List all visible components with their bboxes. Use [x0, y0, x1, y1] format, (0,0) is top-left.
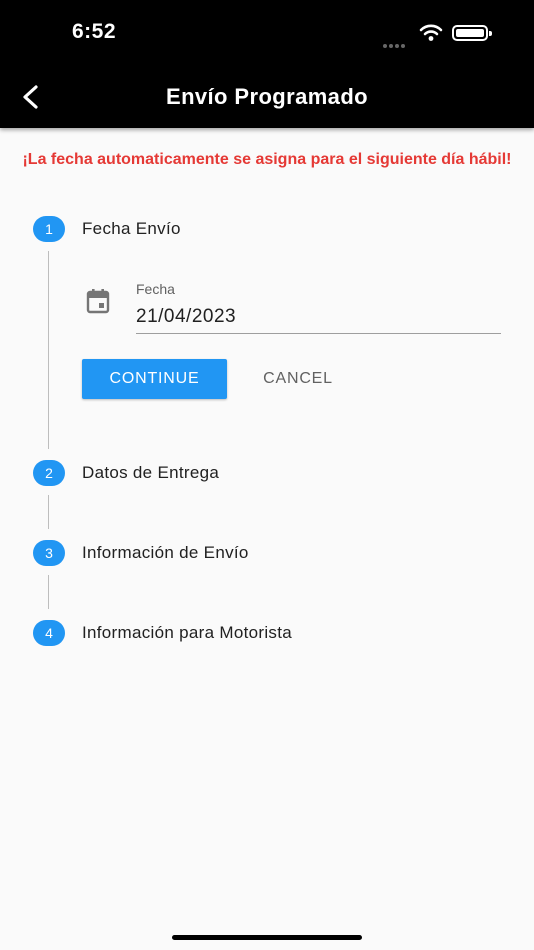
step-4-number[interactable]: 4 [33, 620, 65, 646]
step-1-title[interactable]: Fecha Envío [82, 219, 181, 239]
home-indicator[interactable] [172, 935, 362, 940]
calendar-icon [86, 289, 110, 314]
step-connector [48, 495, 49, 529]
status-time: 6:52 [72, 20, 117, 43]
step-1-number[interactable]: 1 [33, 216, 65, 242]
step-2-number[interactable]: 2 [33, 460, 65, 486]
page-title: Envío Programado [166, 84, 368, 109]
step-connector [48, 251, 49, 449]
app-bar: Envío Programado [0, 64, 534, 128]
status-bar: 6:52 [0, 0, 534, 64]
step-2-title[interactable]: Datos de Entrega [82, 463, 219, 483]
warning-message: ¡La fecha automaticamente se asigna para… [22, 151, 512, 168]
battery-icon [452, 25, 492, 41]
cancel-button[interactable]: CANCEL [247, 359, 349, 399]
date-field-label: Fecha [136, 281, 175, 297]
step-4-title[interactable]: Información para Motorista [82, 623, 292, 643]
step-3-number[interactable]: 3 [33, 540, 65, 566]
cellular-signal-icon [383, 35, 407, 53]
step-connector [48, 575, 49, 609]
wifi-icon [419, 24, 443, 41]
continue-button[interactable]: CONTINUE [82, 359, 227, 399]
date-field[interactable] [136, 300, 501, 334]
step-3-title[interactable]: Información de Envío [82, 543, 249, 563]
